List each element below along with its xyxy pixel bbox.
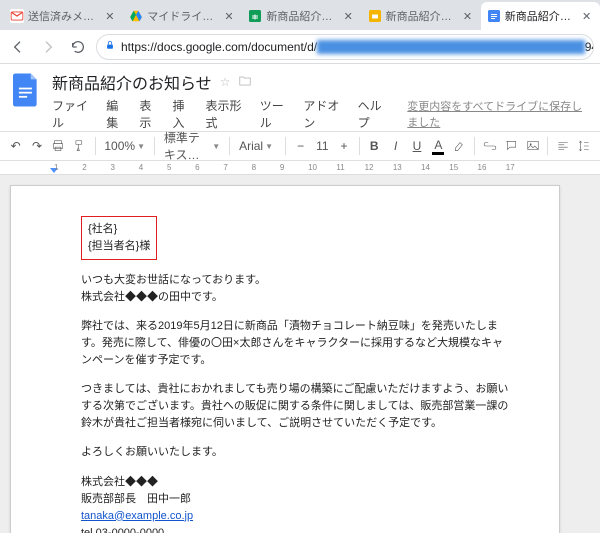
menu-tools[interactable]: ツール [260, 97, 292, 131]
browser-tab-strip: 送信済みメール - o ✕ マイドライブ - Goog ✕ 新商品紹介のお知 ✕… [0, 0, 600, 30]
ruler[interactable]: 1234567891011121314151617 [0, 161, 600, 175]
ruler-tick: 4 [139, 163, 143, 172]
close-icon[interactable]: ✕ [344, 10, 356, 22]
document-page[interactable]: {社名} {担当者名}様 いつも大変お世話になっております。 株式会社◆◆◆の田… [10, 185, 560, 533]
docs-logo-icon[interactable] [10, 70, 42, 110]
menu-insert[interactable]: 挿入 [172, 97, 193, 131]
tab-title: 新商品紹介のお知 [505, 8, 578, 24]
browser-tab[interactable]: 新商品紹介のお知 ✕ [242, 2, 361, 30]
ruler-tick: 12 [365, 163, 374, 172]
signature-title: 販売部部長 田中一郎 [81, 491, 509, 508]
close-icon[interactable]: ✕ [463, 10, 475, 22]
star-icon[interactable]: ☆ [220, 75, 231, 89]
menu-file[interactable]: ファイル [52, 97, 94, 131]
body-paragraph: つきましては、貴社におかれましても売り場の構築にご配慮いただけますよう、お願いす… [81, 381, 509, 432]
insert-link-button[interactable] [480, 135, 499, 157]
ruler-tick: 15 [449, 163, 458, 172]
ruler-tick: 10 [308, 163, 317, 172]
menu-format[interactable]: 表示形式 [206, 97, 248, 131]
style-select[interactable]: 標準テキス…▼ [160, 129, 224, 163]
print-button[interactable] [49, 135, 68, 157]
slides-icon [368, 9, 382, 23]
tab-title: 送信済みメール - o [28, 8, 101, 24]
placeholder-company: {社名} [88, 221, 150, 238]
browser-tab[interactable]: 送信済みメール - o ✕ [4, 2, 123, 30]
close-icon[interactable]: ✕ [582, 10, 594, 22]
back-button[interactable] [6, 35, 30, 59]
signature-tel: tel.03-0000-0000 [81, 525, 509, 533]
forward-button[interactable] [36, 35, 60, 59]
ruler-tick: 11 [336, 163, 344, 172]
signature-email-link[interactable]: tanaka@example.co.jp [81, 510, 193, 522]
body-paragraph: 弊社では、来る2019年5月12日に新商品「漬物チョコレート納豆味」を発売いたし… [81, 318, 509, 369]
ruler-tick: 14 [421, 163, 430, 172]
font-size-input[interactable]: 11 [312, 139, 332, 153]
gmail-icon [10, 9, 24, 23]
menu-addons[interactable]: アドオン [303, 97, 345, 131]
ruler-tick: 9 [280, 163, 284, 172]
ruler-tick: 1 [54, 163, 58, 172]
menu-view[interactable]: 表示 [139, 97, 160, 131]
italic-button[interactable]: I [386, 135, 405, 157]
folder-icon[interactable] [238, 74, 252, 91]
text-color-button[interactable]: A [429, 135, 448, 157]
lock-icon [105, 39, 115, 54]
reload-button[interactable] [66, 35, 90, 59]
font-size-decrease[interactable]: − [291, 135, 310, 157]
menu-edit[interactable]: 編集 [106, 97, 127, 131]
bold-button[interactable]: B [365, 135, 384, 157]
tab-title: 新商品紹介のお知 [266, 8, 339, 24]
undo-button[interactable]: ↶ [6, 135, 25, 157]
close-icon[interactable]: ✕ [224, 10, 236, 22]
closing-line: よろしくお願いいたします。 [81, 444, 509, 461]
align-button[interactable] [553, 135, 572, 157]
insert-image-button[interactable] [523, 135, 542, 157]
ruler-tick: 6 [195, 163, 199, 172]
editor-canvas[interactable]: {社名} {担当者名}様 いつも大変お世話になっております。 株式会社◆◆◆の田… [0, 175, 600, 533]
tab-title: マイドライブ - Goog [147, 8, 220, 24]
browser-tab[interactable]: マイドライブ - Goog ✕ [123, 2, 242, 30]
document-title[interactable]: 新商品紹介のお知らせ [52, 70, 212, 94]
drive-icon [129, 9, 143, 23]
ruler-tick: 13 [393, 163, 402, 172]
ruler-tick: 17 [506, 163, 515, 172]
url-input[interactable]: https://docs.google.com/document/d/1m___… [96, 34, 594, 60]
close-icon[interactable]: ✕ [105, 10, 117, 22]
docs-header: 新商品紹介のお知らせ ☆ ファイル 編集 表示 挿入 表示形式 ツール アドオン… [0, 64, 600, 131]
browser-tab[interactable]: 新商品紹介のお知 ✕ [362, 2, 481, 30]
address-bar: https://docs.google.com/document/d/1m___… [0, 30, 600, 64]
zoom-select[interactable]: 100%▼ [100, 139, 149, 153]
ruler-tick: 16 [478, 163, 487, 172]
browser-tab-active[interactable]: 新商品紹介のお知 ✕ [481, 2, 600, 30]
ruler-tick: 5 [167, 163, 171, 172]
url-text: https://docs.google.com/document/d/1m___… [121, 40, 594, 54]
menu-bar: ファイル 編集 表示 挿入 表示形式 ツール アドオン ヘルプ 変更内容をすべて… [52, 97, 590, 131]
font-size-increase[interactable]: + [334, 135, 353, 157]
docs-icon [487, 9, 501, 23]
menu-help[interactable]: ヘルプ [358, 97, 390, 131]
underline-button[interactable]: U [407, 135, 426, 157]
greeting-line: いつも大変お世話になっております。 [81, 272, 509, 289]
sheets-icon [248, 9, 262, 23]
greeting-line: 株式会社◆◆◆の田中です。 [81, 289, 509, 306]
placeholder-person: {担当者名}様 [88, 238, 150, 255]
ruler-tick: 8 [252, 163, 256, 172]
ruler-tick: 2 [82, 163, 86, 172]
signature-company: 株式会社◆◆◆ [81, 474, 509, 491]
comment-button[interactable] [502, 135, 521, 157]
toolbar: ↶ ↷ 100%▼ 標準テキス…▼ Arial▼ − 11 + B I U A [0, 131, 600, 161]
paint-format-button[interactable] [70, 135, 89, 157]
line-spacing-button[interactable] [575, 135, 594, 157]
ruler-tick: 3 [110, 163, 114, 172]
placeholder-box: {社名} {担当者名}様 [81, 216, 157, 260]
highlight-button[interactable] [450, 135, 469, 157]
redo-button[interactable]: ↷ [27, 135, 46, 157]
tab-title: 新商品紹介のお知 [386, 8, 459, 24]
save-status[interactable]: 変更内容をすべてドライブに保存しました [407, 98, 590, 130]
ruler-tick: 7 [223, 163, 227, 172]
font-select[interactable]: Arial▼ [235, 139, 280, 153]
